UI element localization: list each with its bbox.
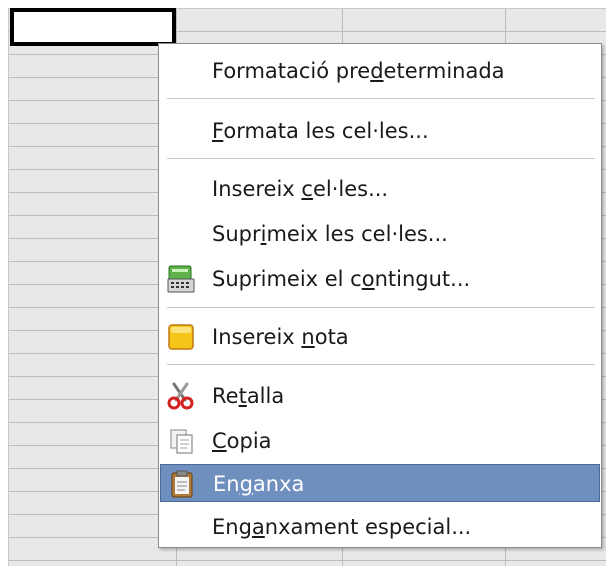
menu-separator [167, 158, 595, 160]
context-menu: Formatació predeterminada Formata les ce… [158, 43, 602, 548]
menu-item-delete-contents[interactable]: Suprimeix el contingut... [160, 260, 600, 298]
menu-item-label: Formatació pre [212, 59, 371, 83]
menu-item-label: el·les... [312, 177, 389, 201]
mnemonic: C [212, 429, 227, 453]
menu-item-insert-cells[interactable]: Insereix cel·les... [160, 170, 600, 208]
mnemonic: c [301, 177, 313, 201]
menu-item-label: En [213, 472, 240, 496]
menu-item-cut[interactable]: Retalla [160, 377, 600, 415]
mnemonic: t [238, 384, 247, 408]
menu-separator [167, 98, 595, 100]
menu-separator [167, 364, 595, 366]
mnemonic: d [370, 59, 384, 83]
menu-item-paste-special[interactable]: Enganxament especial... [160, 508, 600, 546]
mnemonic: g [239, 472, 253, 496]
menu-item-label: anxa [252, 472, 305, 496]
menu-item-label: eterminada [383, 59, 505, 83]
copy-icon [170, 429, 193, 454]
menu-item-delete-cells[interactable]: Suprimeix les cel·les... [160, 215, 600, 253]
mnemonic: n [301, 325, 315, 349]
menu-item-label: Suprimeix el c [212, 267, 362, 291]
mnemonic: o [361, 267, 375, 291]
scissors-icon [167, 382, 194, 410]
menu-item-label: ormata les cel·les... [223, 119, 429, 143]
menu-item-label: opia [226, 429, 272, 453]
selected-cell[interactable] [10, 8, 176, 46]
mnemonic: F [212, 119, 224, 143]
menu-item-label: ntingut... [374, 267, 471, 291]
menu-item-copy[interactable]: Copia [160, 422, 600, 460]
menu-item-default-formatting[interactable]: Formatació predeterminada [160, 52, 600, 90]
menu-item-label: nxament especial... [264, 515, 472, 539]
menu-item-insert-note[interactable]: Insereix nota [160, 318, 600, 356]
menu-separator [167, 307, 595, 309]
menu-item-label: ota [314, 325, 349, 349]
menu-item-label: Insereix [212, 177, 302, 201]
menu-item-label: Eng [212, 515, 252, 539]
menu-item-label: Supr [212, 222, 261, 246]
note-icon [168, 324, 194, 350]
eraser-calculator-icon [167, 265, 195, 293]
menu-item-paste[interactable]: Enganxa [160, 464, 600, 502]
menu-item-label: Re [212, 384, 239, 408]
mnemonic: a [251, 515, 265, 539]
menu-item-label: alla [246, 384, 285, 408]
clipboard-icon [171, 470, 193, 498]
menu-item-label: Insereix [212, 325, 302, 349]
menu-item-format-cells[interactable]: Formata les cel·les... [160, 112, 600, 150]
menu-item-label: meix les cel·les... [266, 222, 448, 246]
